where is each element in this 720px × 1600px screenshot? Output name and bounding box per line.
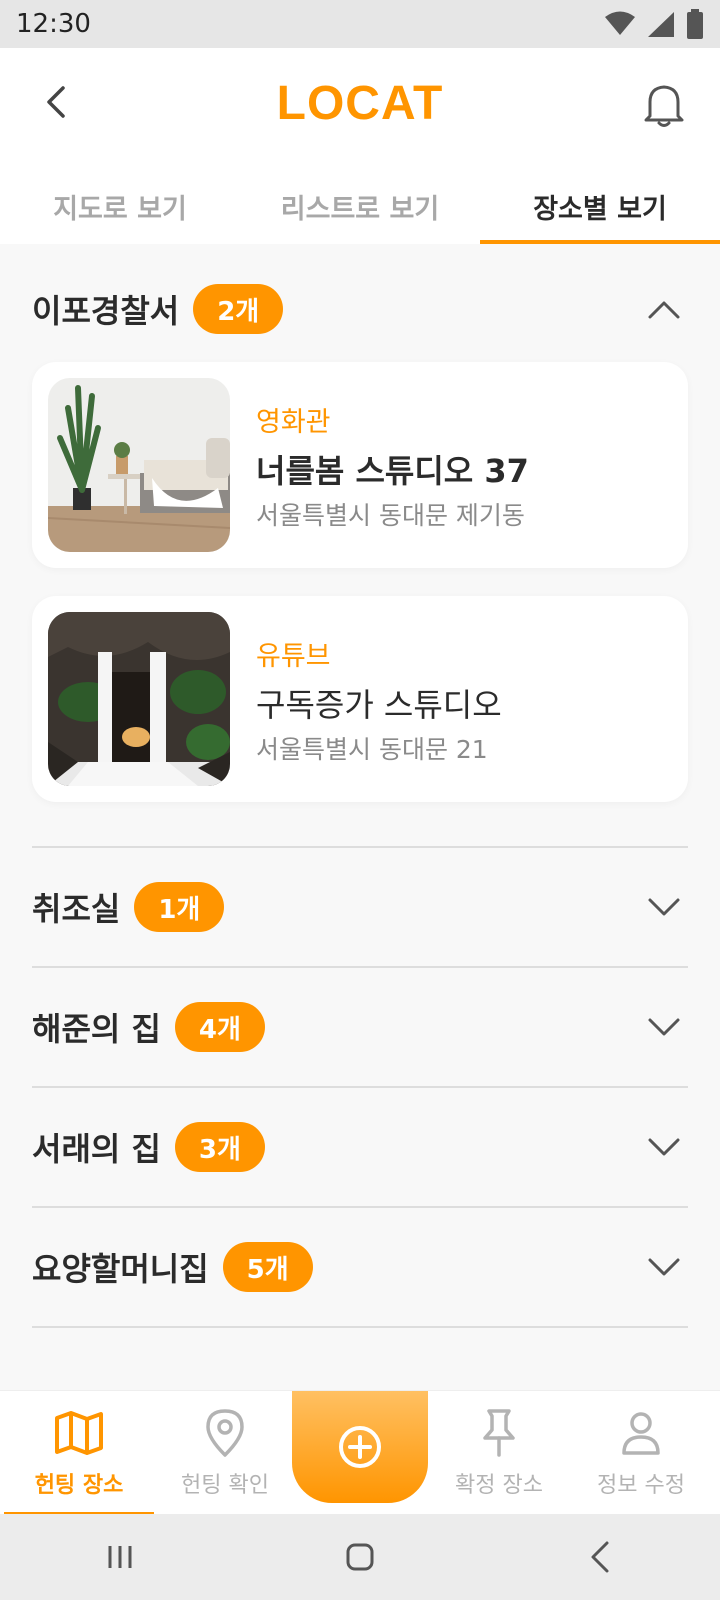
nav-edit-info[interactable]: 정보 수정 (566, 1391, 716, 1515)
place-thumbnail-living-room (48, 378, 230, 552)
nav-label: 헌팅 장소 (34, 1473, 124, 1498)
status-icons (604, 9, 704, 39)
chevron-up-icon[interactable] (646, 297, 682, 321)
group-title: 해준의 집 (32, 1010, 161, 1048)
place-address: 서울특별시 동대문 21 (256, 735, 488, 764)
signal-icon (648, 12, 674, 37)
home-icon (346, 1543, 374, 1571)
group-title: 서래의 집 (32, 1130, 161, 1168)
nav-hunting-check[interactable]: 헌팅 확인 (150, 1391, 300, 1515)
group-title: 취조실 (32, 890, 121, 928)
group-header-ipo-police[interactable]: 이포경찰서 2개 (32, 250, 688, 368)
nav-label: 확정 장소 (455, 1473, 543, 1498)
group-header-haejun-house[interactable]: 해준의 집 4개 (32, 968, 688, 1086)
group-header-seorae-house[interactable]: 서래의 집 3개 (32, 1088, 688, 1206)
divider (32, 1326, 688, 1328)
group-title: 요양할머니집 (32, 1250, 209, 1288)
add-place-button[interactable] (292, 1391, 428, 1503)
place-name: 구독증가 스튜디오 (256, 686, 502, 724)
group-header-nursing-grandma-house[interactable]: 요양할머니집 5개 (32, 1208, 688, 1326)
chevron-down-icon[interactable] (646, 895, 682, 919)
battery-icon (687, 9, 703, 39)
status-bar: 12:30 (0, 0, 720, 48)
place-thumbnail-cave-studio (48, 612, 230, 786)
system-navigation-bar (0, 1514, 720, 1600)
group-header-interrogation-room[interactable]: 취조실 1개 (32, 848, 688, 966)
notification-button[interactable] (640, 78, 688, 130)
home-button[interactable] (330, 1527, 390, 1587)
nav-label: 헌팅 확인 (181, 1473, 269, 1498)
count-badge: 2개 (193, 284, 284, 334)
chevron-down-icon[interactable] (646, 1015, 682, 1039)
tab-map-view[interactable]: 지도로 보기 (0, 180, 240, 244)
system-back-button[interactable] (570, 1527, 630, 1587)
place-category: 영화관 (256, 407, 331, 438)
chevron-left-icon (591, 1541, 609, 1573)
place-address: 서울특별시 동대문 제기동 (256, 501, 525, 530)
bottom-navigation: 헌팅 장소 헌팅 확인 확정 장소 정보 수정 (0, 1390, 720, 1515)
group-title: 이포경찰서 (32, 292, 180, 330)
app-title: LOCAT (276, 77, 444, 130)
bell-icon (644, 85, 684, 127)
location-pin-icon (206, 1409, 244, 1457)
add-circle-icon (339, 1426, 381, 1468)
recent-apps-button[interactable] (90, 1527, 150, 1587)
place-name: 너를봄 스튜디오 37 (256, 452, 529, 490)
nav-label: 정보 수정 (597, 1473, 685, 1498)
nav-hunting-places[interactable]: 헌팅 장소 (4, 1391, 154, 1515)
wifi-icon (605, 11, 635, 35)
user-icon (622, 1412, 660, 1455)
pushpin-icon (483, 1409, 515, 1457)
view-tabs: 지도로 보기 리스트로 보기 장소별 보기 (0, 180, 720, 244)
map-icon (55, 1411, 103, 1455)
recent-apps-icon (108, 1546, 132, 1568)
nav-confirmed-places[interactable]: 확정 장소 (424, 1391, 574, 1515)
chevron-down-icon[interactable] (646, 1255, 682, 1279)
count-badge: 5개 (222, 1242, 313, 1292)
status-time: 12:30 (16, 9, 91, 39)
tab-list-view[interactable]: 리스트로 보기 (240, 180, 480, 244)
app-header: LOCAT 지도로 보기 리스트로 보기 장소별 보기 (0, 48, 720, 244)
place-card[interactable]: 영화관 너를봄 스튜디오 37 서울특별시 동대문 제기동 (32, 362, 688, 568)
count-badge: 3개 (174, 1122, 265, 1172)
place-category: 유튜브 (256, 641, 331, 672)
count-badge: 4개 (174, 1002, 265, 1052)
place-card[interactable]: 유튜브 구독증가 스튜디오 서울특별시 동대문 21 (32, 596, 688, 802)
chevron-down-icon[interactable] (646, 1135, 682, 1159)
count-badge: 1개 (134, 882, 225, 932)
tab-place-view[interactable]: 장소별 보기 (480, 180, 720, 244)
